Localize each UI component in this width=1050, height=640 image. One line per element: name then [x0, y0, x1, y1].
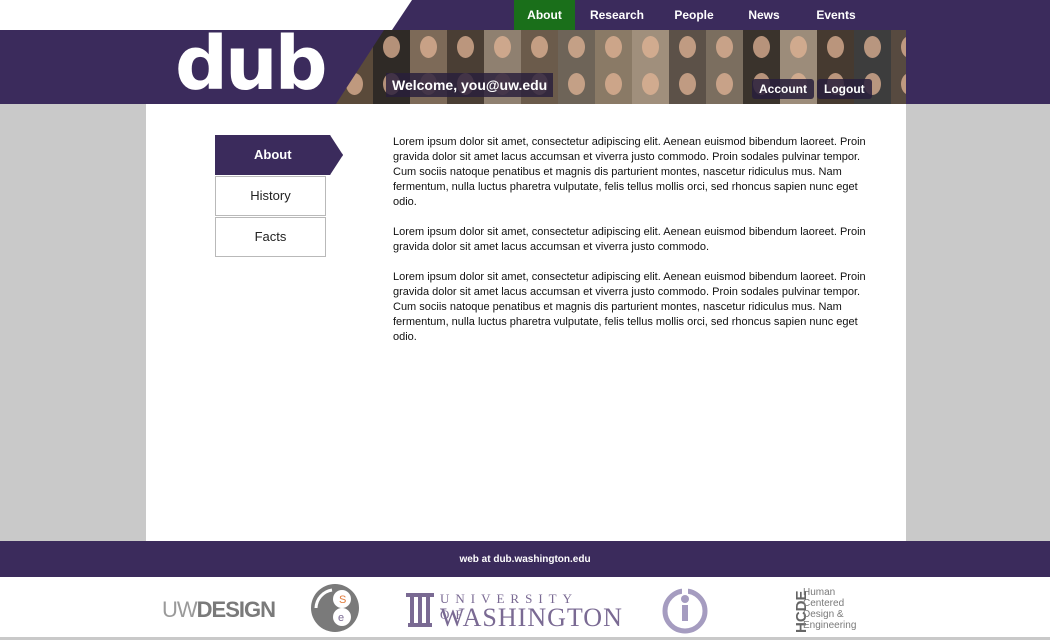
nav-news[interactable]: News	[729, 0, 799, 30]
hcde-logo-text: Human Centered Design & Engineering	[803, 587, 856, 631]
logout-button[interactable]: Logout	[817, 79, 872, 99]
member-photo	[447, 30, 484, 67]
nav-research[interactable]: Research	[575, 0, 659, 30]
paragraph: Lorem ipsum dolor sit amet, consectetur …	[393, 226, 866, 253]
uw-design-logo-uw: UW	[162, 597, 198, 622]
cse-logo-icon: S e	[311, 584, 359, 632]
member-photo	[706, 67, 743, 104]
paragraph: Lorem ipsum dolor sit amet, consectetur …	[393, 136, 866, 208]
account-button[interactable]: Account	[752, 79, 814, 99]
hcde-line: Centered	[803, 598, 845, 609]
uw-design-logo-design: DESIGN	[196, 597, 276, 622]
member-photo	[669, 30, 706, 67]
cse-logo[interactable]: S e	[310, 583, 360, 633]
footer-bar[interactable]: web at dub.washington.edu	[0, 541, 1050, 577]
hcde-line: Human	[803, 587, 836, 598]
nav-events[interactable]: Events	[799, 0, 873, 30]
hcde-logo[interactable]: HCDE Human Centered Design & Engineering	[786, 585, 866, 637]
section-nav-about[interactable]: About	[215, 135, 343, 175]
ic-logo[interactable]	[660, 585, 710, 635]
member-photo	[521, 30, 558, 67]
hcde-line: Design &	[803, 609, 844, 620]
main-nav: About Research People News Events	[514, 0, 873, 30]
nav-about[interactable]: About	[514, 0, 575, 30]
hcde-line: Engineering	[803, 620, 857, 631]
member-photo	[854, 30, 891, 67]
welcome-message: Welcome, you@uw.edu	[386, 73, 554, 97]
nav-people[interactable]: People	[659, 0, 729, 30]
paragraph: Lorem ipsum dolor sit amet, consectetur …	[393, 271, 866, 343]
member-photo	[891, 30, 906, 67]
body-text: Lorem ipsum dolor sit amet, consectetur …	[393, 135, 873, 360]
section-nav: About History Facts	[215, 135, 345, 258]
member-photo	[558, 30, 595, 67]
svg-text:S: S	[339, 594, 346, 606]
ic-logo-icon	[662, 587, 708, 634]
member-photo	[558, 67, 595, 104]
section-nav-facts[interactable]: Facts	[215, 217, 326, 257]
uw-design-logo[interactable]: UWDESIGN	[162, 597, 276, 623]
top-bar: About Research People News Events	[0, 0, 1050, 30]
member-photo	[891, 67, 906, 104]
member-photo	[743, 30, 780, 67]
uw-logo[interactable]: UNIVERSITY OF WASHINGTON	[404, 587, 622, 633]
member-photo	[669, 67, 706, 104]
dub-logo[interactable]: dub	[175, 27, 328, 101]
content-panel: About History Facts Lorem ipsum dolor si…	[146, 104, 906, 541]
member-photo	[484, 30, 521, 67]
member-photo	[706, 30, 743, 67]
uw-column-icon	[406, 593, 434, 627]
member-photo	[632, 30, 669, 67]
member-photo	[410, 30, 447, 67]
member-photo	[595, 30, 632, 67]
member-photo	[595, 67, 632, 104]
member-photo	[780, 30, 817, 67]
uw-logo-washington: WASHINGTON	[440, 603, 623, 632]
svg-text:e: e	[338, 612, 344, 624]
member-photo	[632, 67, 669, 104]
member-photo	[817, 30, 854, 67]
section-nav-history[interactable]: History	[215, 176, 326, 216]
partner-logos: UWDESIGN S e UNIVERSITY OF WASHINGTON HC…	[0, 577, 1050, 637]
